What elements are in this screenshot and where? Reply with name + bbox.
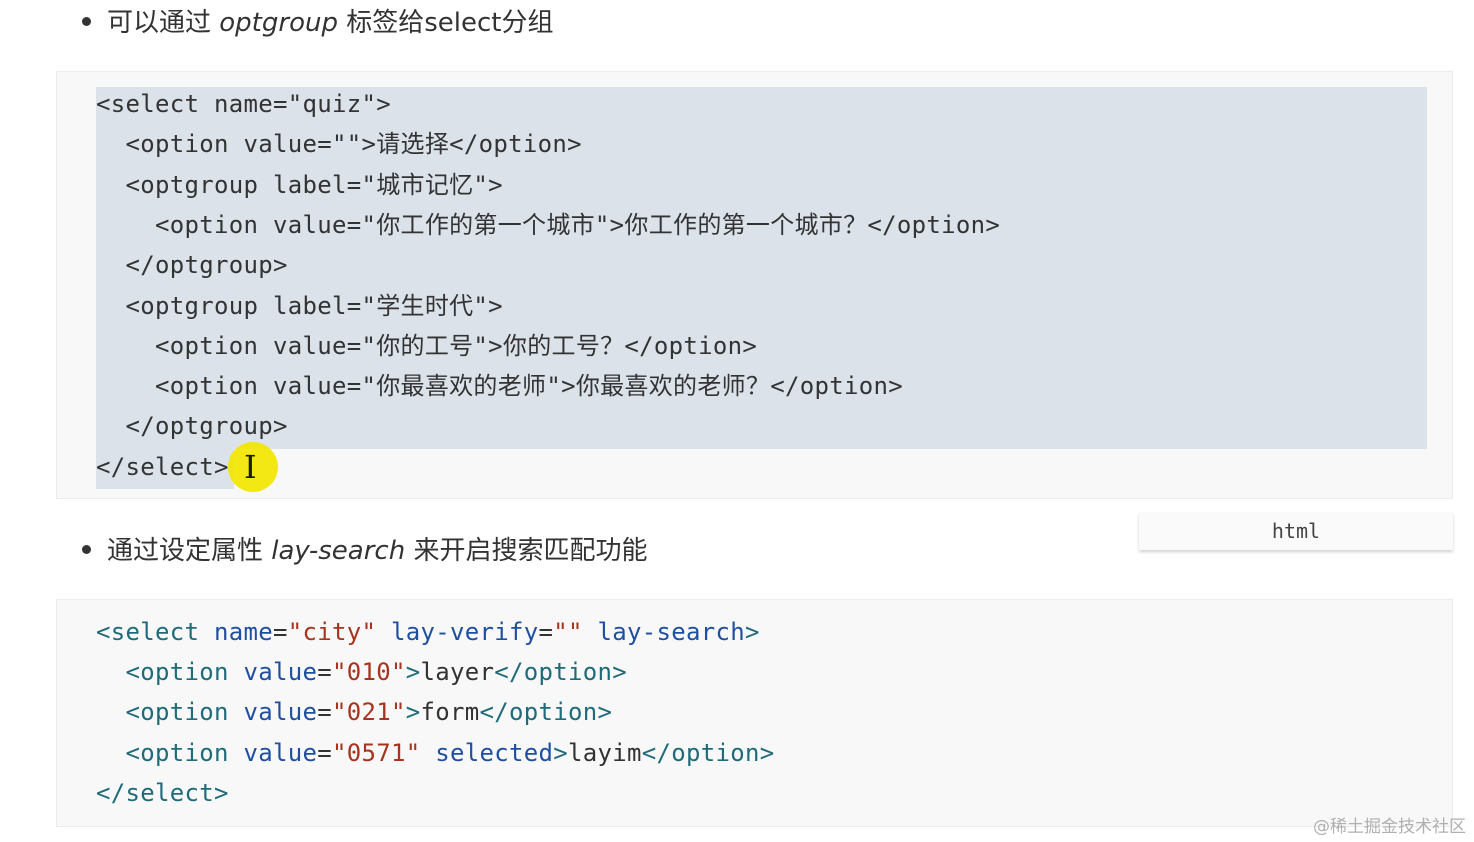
tag-token: <option bbox=[125, 698, 229, 726]
attr-token: lay-search bbox=[597, 618, 745, 646]
string-token: "010" bbox=[332, 658, 406, 686]
tag-token: <select bbox=[96, 618, 200, 646]
attr-token: selected bbox=[435, 739, 554, 767]
bullet-text-suffix: 来开启搜索匹配功能 bbox=[405, 536, 648, 566]
code-line-option-1[interactable]: <option value="010">layer</option> bbox=[96, 652, 627, 692]
attr-token: value bbox=[243, 739, 318, 767]
attr-token: lay-verify bbox=[391, 618, 539, 646]
tag-token: <option bbox=[125, 739, 229, 767]
tag-token: </select> bbox=[96, 779, 229, 807]
code-line-6[interactable]: <optgroup label="学生时代"> bbox=[96, 286, 503, 326]
tag-token: > bbox=[745, 618, 760, 646]
bullet-keyword: lay-search bbox=[271, 536, 406, 566]
bullet-dot-icon bbox=[82, 545, 91, 554]
tag-token: </option> bbox=[641, 739, 775, 767]
bullet-text-prefix: 可以通过 bbox=[107, 8, 220, 38]
code-line-8[interactable]: <option value="你最喜欢的老师">你最喜欢的老师？</option… bbox=[96, 366, 903, 406]
doc-page: 可以通过 optgroup 标签给select分组 <select name="… bbox=[0, 0, 1474, 842]
code-line-select-open[interactable]: <select name="city" lay-verify="" lay-se… bbox=[96, 612, 760, 652]
attr-token: value bbox=[243, 698, 318, 726]
code-line-1[interactable]: <select name="quiz"> bbox=[96, 84, 391, 124]
code-line-4[interactable]: <option value="你工作的第一个城市">你工作的第一个城市？</op… bbox=[96, 205, 1000, 245]
attr-token: value bbox=[243, 658, 318, 686]
code-line-select-close[interactable]: </select> bbox=[96, 773, 229, 813]
code-line-option-3[interactable]: <option value="0571" selected>layim</opt… bbox=[96, 733, 775, 773]
bullet-lay-search-intro: 通过设定属性 lay-search 来开启搜索匹配功能 bbox=[82, 533, 647, 569]
string-token: "" bbox=[553, 618, 583, 646]
code-line-5[interactable]: </optgroup> bbox=[96, 245, 288, 285]
code-line-9[interactable]: </optgroup> bbox=[96, 406, 288, 446]
string-token: "city" bbox=[287, 618, 377, 646]
string-token: "0571" bbox=[332, 739, 421, 767]
option-text: form bbox=[420, 698, 480, 726]
option-text: layim bbox=[568, 739, 642, 767]
tag-token: </option> bbox=[479, 698, 613, 726]
bullet-text-suffix: 标签给select分组 bbox=[337, 8, 554, 38]
watermark-text: @稀土掘金技术社区 bbox=[1313, 817, 1466, 837]
code-language-tab[interactable]: html bbox=[1139, 512, 1453, 550]
bullet-optgroup-intro: 可以通过 optgroup 标签给select分组 bbox=[82, 5, 554, 41]
code-line-2[interactable]: <option value="">请选择</option> bbox=[96, 124, 582, 164]
bullet-text-prefix: 通过设定属性 bbox=[107, 536, 272, 566]
code-line-3[interactable]: <optgroup label="城市记忆"> bbox=[96, 165, 503, 205]
bullet-keyword: optgroup bbox=[219, 8, 338, 38]
tag-token: <option bbox=[125, 658, 229, 686]
attr-token: name bbox=[214, 618, 273, 646]
ibeam-cursor-icon: I bbox=[244, 448, 257, 486]
option-text: layer bbox=[420, 658, 495, 686]
bullet-dot-icon bbox=[82, 17, 91, 26]
code-line-option-2[interactable]: <option value="021">form</option> bbox=[96, 692, 612, 732]
code-line-10[interactable]: </select> bbox=[96, 447, 229, 487]
string-token: "021" bbox=[332, 698, 406, 726]
code-line-7[interactable]: <option value="你的工号">你的工号？</option> bbox=[96, 326, 757, 366]
tag-token: </option> bbox=[494, 658, 627, 686]
